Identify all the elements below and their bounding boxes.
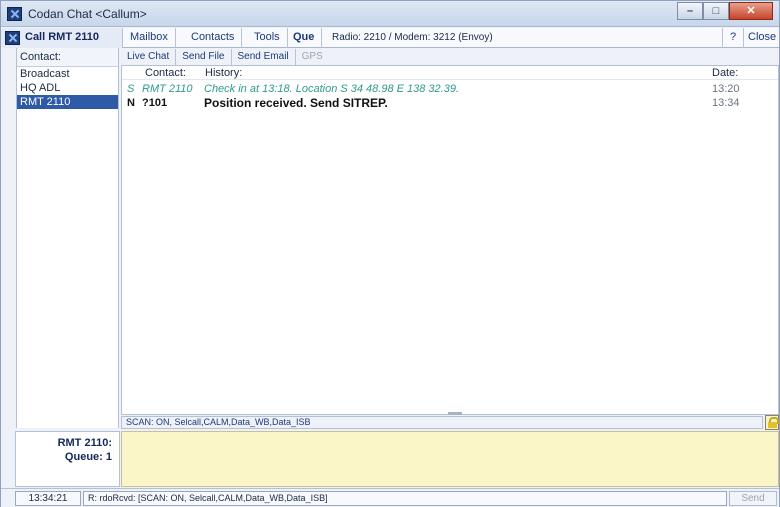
clock: 13:34:21 — [15, 491, 81, 506]
column-history: History: — [205, 67, 243, 79]
tab-send-file[interactable]: Send File — [176, 49, 232, 65]
history-header: Contact: History: Date: — [122, 66, 778, 80]
tab-live-chat[interactable]: Live Chat — [121, 49, 177, 65]
scan-status: SCAN: ON, Selcall,CALM,Data_WB,Data_ISB — [121, 416, 763, 429]
title-bar[interactable]: Codan Chat <Callum> – □ ✕ — [1, 1, 779, 27]
contact-item-hq-adl[interactable]: HQ ADL — [17, 81, 118, 95]
message-text: Check in at 13:18. Location S 34 48.98 E… — [204, 83, 460, 95]
mailbox-button[interactable]: Mailbox — [123, 28, 176, 48]
toolbar: Call RMT 2110 Mailbox Contacts Tools Que… — [1, 28, 779, 48]
message-date: 13:20 — [712, 83, 740, 95]
message-row[interactable]: N ?101 Position received. Send SITREP. 1… — [122, 96, 778, 110]
call-button[interactable]: Call RMT 2110 — [1, 28, 123, 48]
message-row[interactable]: S RMT 2110 Check in at 13:18. Location S… — [122, 82, 778, 96]
column-date: Date: — [712, 67, 739, 79]
close-window-icon[interactable]: ✕ — [729, 2, 773, 20]
contact-item-broadcast[interactable]: Broadcast — [17, 67, 118, 81]
message-compose-input[interactable] — [121, 431, 779, 487]
close-button[interactable]: Close — [741, 28, 780, 48]
contact-item-rmt-2110[interactable]: RMT 2110 — [17, 95, 118, 109]
chat-history[interactable]: Contact: History: Date: S RMT 2110 Check… — [121, 65, 779, 415]
message-flag: S — [127, 83, 135, 95]
maximize-icon[interactable]: □ — [703, 2, 729, 20]
contact-list-header: Contact: — [17, 48, 118, 67]
app-window: Codan Chat <Callum> – □ ✕ Call RMT 2110 … — [0, 0, 780, 507]
message-text: Position received. Send SITREP. — [204, 96, 388, 110]
message-date: 13:34 — [712, 97, 740, 109]
column-contact: Contact: — [145, 67, 186, 79]
window-controls: – □ ✕ — [677, 2, 773, 20]
call-button-label: Call RMT 2110 — [25, 31, 99, 43]
lock-icon[interactable] — [765, 415, 779, 430]
status-bar: 13:34:21 R: rdoRcvd: [SCAN: ON, Selcall,… — [1, 488, 779, 507]
queue-status: RMT 2110: Queue: 1 — [15, 431, 120, 487]
message-contact: ?101 — [142, 97, 168, 109]
radio-status: Radio: 2210 / Modem: 3212 (Envoy) — [332, 32, 493, 43]
minimize-icon[interactable]: – — [677, 2, 703, 20]
tab-gps[interactable]: GPS — [296, 49, 329, 65]
tab-send-email[interactable]: Send Email — [232, 49, 296, 65]
radio-log-status: R: rdoRcvd: [SCAN: ON, Selcall,CALM,Data… — [83, 491, 727, 506]
codan-app-icon — [7, 7, 22, 21]
tab-bar: Live Chat Send File Send Email GPS — [121, 49, 329, 65]
queue-count: Queue: 1 — [64, 451, 112, 463]
queue-button[interactable]: Que — [286, 28, 323, 48]
message-flag: N — [127, 97, 135, 109]
splitter-handle[interactable] — [448, 412, 462, 415]
window-title: Codan Chat <Callum> — [28, 7, 147, 21]
codan-call-icon — [5, 31, 20, 45]
contact-list: Contact: Broadcast HQ ADL RMT 2110 — [16, 48, 119, 428]
send-button[interactable]: Send — [729, 491, 777, 506]
message-contact: RMT 2110 — [142, 83, 193, 95]
contacts-button[interactable]: Contacts — [184, 28, 243, 48]
tools-button[interactable]: Tools — [247, 28, 288, 48]
left-edge — [1, 48, 15, 488]
queue-contact: RMT 2110: — [57, 437, 112, 449]
